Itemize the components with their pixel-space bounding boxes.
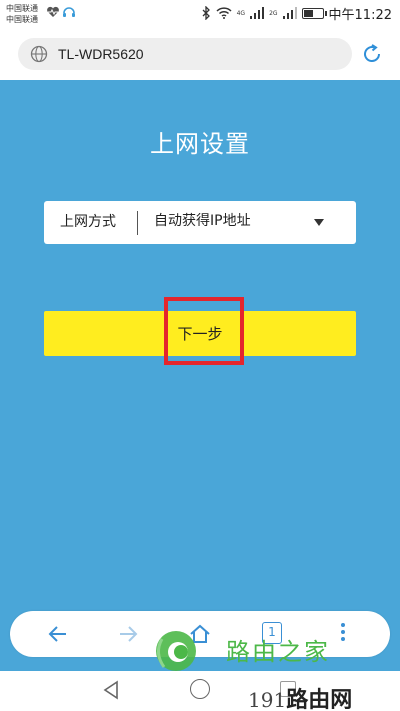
bluetooth-icon bbox=[202, 6, 210, 20]
site-watermark-number: 191 bbox=[248, 688, 287, 711]
carrier-2: 中国联通 bbox=[6, 15, 38, 24]
status-bar: 中国联通 中国联通 4G 2G 中午11:22 bbox=[0, 0, 400, 28]
carrier-labels: 中国联通 中国联通 bbox=[6, 3, 38, 25]
browser-address-area: TL-WDR5620 bbox=[0, 28, 400, 80]
page-title: 上网设置 bbox=[150, 130, 250, 158]
battery-icon bbox=[301, 7, 327, 19]
connection-type-label: 上网方式 bbox=[60, 214, 116, 230]
heart-rate-icon bbox=[47, 6, 59, 17]
headset-icon bbox=[63, 7, 75, 17]
watermark-logo-text: 路由之家 bbox=[226, 638, 330, 666]
system-home-icon[interactable] bbox=[190, 679, 210, 699]
carrier-1: 中国联通 bbox=[6, 4, 38, 13]
wifi-icon bbox=[216, 7, 232, 19]
globe-icon bbox=[30, 45, 48, 63]
clock: 中午11:22 bbox=[328, 7, 392, 23]
site-watermark: 191路由网 bbox=[248, 682, 352, 711]
back-arrow-icon[interactable] bbox=[46, 622, 70, 646]
dropdown-caret-icon[interactable] bbox=[314, 219, 324, 226]
network-type-1: 4G bbox=[236, 9, 246, 17]
signal-strength-icon-2 bbox=[282, 7, 297, 19]
signal-strength-icon-1 bbox=[250, 7, 265, 19]
system-back-icon[interactable] bbox=[102, 680, 120, 700]
select-divider bbox=[137, 211, 138, 235]
network-type-2: 2G bbox=[269, 9, 278, 17]
forward-arrow-icon[interactable] bbox=[116, 622, 140, 646]
router-home-logo-icon bbox=[156, 631, 196, 671]
next-step-button[interactable]: 下一步 bbox=[44, 311, 356, 356]
connection-type-value[interactable]: 自动获得IP地址 bbox=[154, 212, 251, 231]
url-text[interactable]: TL-WDR5620 bbox=[58, 44, 144, 64]
status-icons: 4G 2G 中午11:22 bbox=[201, 5, 392, 23]
router-setup-page: 上网设置 上网方式 自动获得IP地址 下一步 bbox=[0, 80, 400, 671]
more-menu-icon[interactable] bbox=[341, 623, 345, 645]
next-step-label: 下一步 bbox=[177, 325, 223, 343]
connection-type-select[interactable]: 上网方式 自动获得IP地址 bbox=[44, 201, 356, 244]
site-watermark-name: 路由网 bbox=[286, 688, 353, 711]
reload-icon[interactable] bbox=[360, 42, 384, 66]
address-bar[interactable]: TL-WDR5620 bbox=[18, 38, 352, 70]
